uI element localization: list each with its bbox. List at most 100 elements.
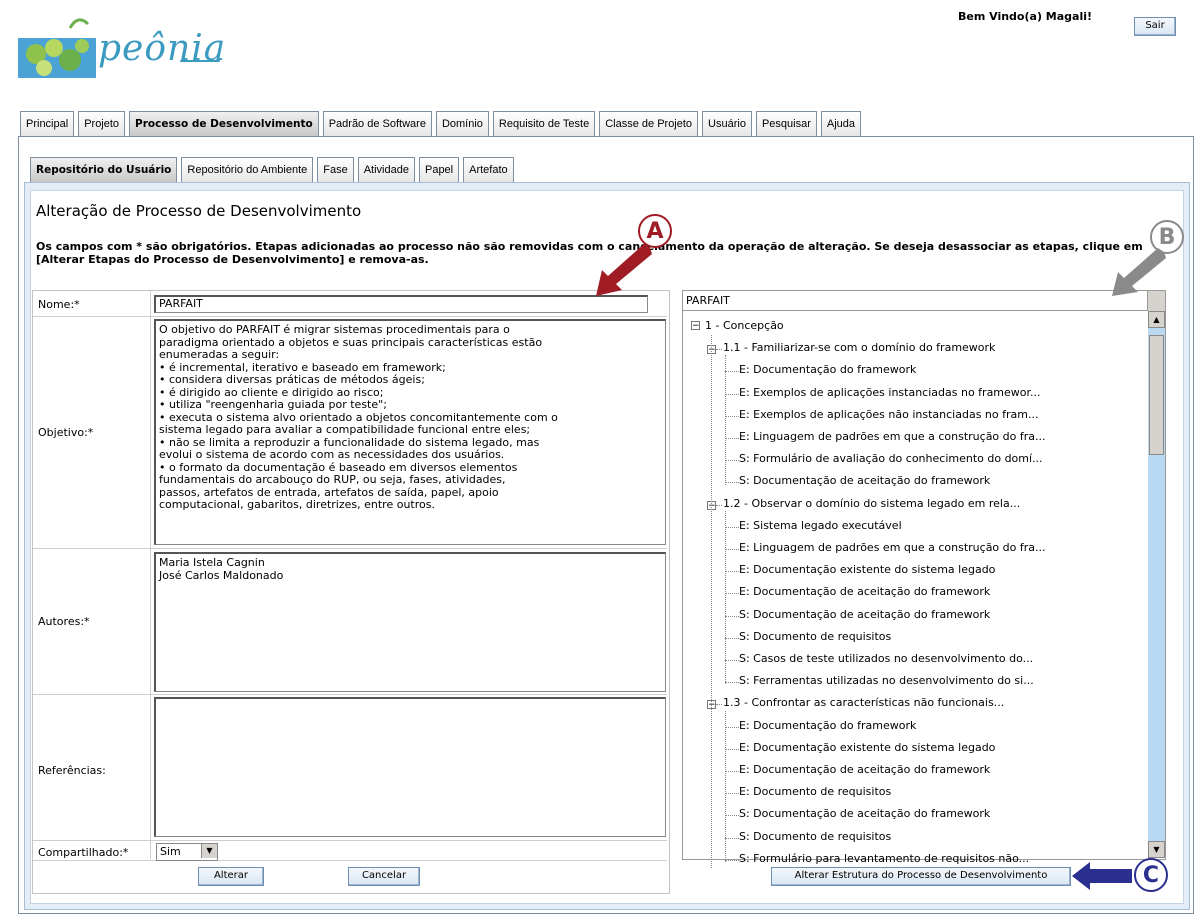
tree-item[interactable]: S: Casos de teste utilizados no desenvol… [739, 652, 1033, 665]
tree-item[interactable]: S: Documentação de aceitação do framewor… [739, 807, 990, 820]
autores-textarea[interactable]: Maria Istela Cagnin José Carlos Maldonad… [154, 552, 666, 692]
tree-item[interactable]: E: Documentação do framework [739, 719, 916, 732]
tree-group[interactable]: 1.2 - Observar o domínio do sistema lega… [723, 497, 1020, 510]
tree-item[interactable]: E: Exemplos de aplicações instanciadas n… [739, 386, 1041, 399]
tree-item[interactable]: E: Documentação existente do sistema leg… [739, 741, 995, 754]
tree-connector [725, 682, 739, 684]
main-tab-2[interactable]: Processo de Desenvolvimento [129, 111, 319, 136]
tree-connector [725, 438, 739, 439]
callout-c: C [1134, 858, 1168, 892]
callout-c-arrow-icon [1072, 862, 1132, 890]
tree-connector [725, 793, 739, 795]
main-tabs: Principal Projeto Processo de Desenvolvime… [20, 111, 865, 136]
main-tab-7[interactable]: Usuário [702, 111, 752, 136]
tree-item[interactable]: S: Documento de requisitos [739, 630, 891, 643]
chevron-down-icon[interactable]: ▼ [201, 844, 217, 858]
sub-tab-2[interactable]: Fase [317, 157, 354, 182]
sub-tab-3[interactable]: Atividade [357, 157, 415, 182]
compartilhado-value: Sim [160, 845, 181, 858]
tree-item[interactable]: E: Documentação do framework [739, 363, 916, 376]
tree-group[interactable]: 1.3 - Confrontar as características não … [723, 696, 1004, 709]
tree-connector [725, 615, 739, 617]
tree-item[interactable]: E: Linguagem de padrões em que a constru… [739, 430, 1046, 443]
scroll-thumb[interactable] [1149, 335, 1164, 455]
compartilhado-select[interactable]: Sim ▼ [156, 843, 218, 861]
scroll-down-icon[interactable]: ▼ [1148, 841, 1165, 858]
tree-connector [711, 335, 712, 868]
alterar-button[interactable]: Alterar [198, 867, 264, 886]
tree-connector [725, 355, 726, 485]
referencias-textarea[interactable] [154, 697, 666, 837]
objetivo-label: Objetivo:* [38, 426, 94, 439]
tree-header: PARFAIT [683, 291, 1147, 311]
cancelar-button[interactable]: Cancelar [348, 867, 420, 886]
tree-root[interactable]: 1 - Concepção [705, 319, 784, 332]
logo-underline [180, 60, 220, 62]
tree-connector [725, 660, 739, 661]
tree-item[interactable]: E: Documentação de aceitação do framewor… [739, 585, 990, 598]
tree-connector [716, 704, 722, 706]
tree-connector [725, 371, 739, 373]
tree-connector [725, 771, 739, 772]
tree-connector [725, 571, 739, 573]
tree-connector [725, 510, 726, 685]
tree-connector [725, 482, 739, 484]
main-tab-9[interactable]: Ajuda [820, 111, 862, 136]
tree-item[interactable]: S: Ferramentas utilizadas no desenvolvim… [739, 674, 1034, 687]
tree-connector [725, 710, 726, 862]
tree-item[interactable]: E: Documentação existente do sistema leg… [739, 563, 995, 576]
tree-item[interactable]: E: Documento de requisitos [739, 785, 891, 798]
tree-item[interactable]: S: Formulário de avaliação do conhecimen… [739, 452, 1043, 465]
logo-text: peônia [98, 28, 227, 69]
main-tab-5[interactable]: Requisito de Teste [492, 111, 596, 136]
welcome-text: Bem Vindo(a) Magali! [958, 10, 1093, 23]
main-tab-0[interactable]: Principal [20, 111, 75, 136]
nome-label: Nome:* [38, 298, 80, 311]
tree-connector [725, 526, 739, 528]
tree-connector [716, 349, 722, 351]
tree-connector [716, 504, 722, 506]
main-tab-6[interactable]: Classe de Projeto [599, 111, 699, 136]
sub-tabs: Repositório do Usuário Repositório do Amb… [30, 157, 518, 182]
referencias-label: Referências: [38, 764, 106, 777]
objetivo-textarea[interactable]: O objetivo do PARFAIT é migrar sistemas … [154, 319, 666, 545]
callout-b-arrow-icon [1112, 248, 1166, 296]
tree-connector [725, 549, 739, 550]
page-title: Alteração de Processo de Desenvolvimento [36, 202, 362, 220]
nome-input[interactable]: PARFAIT [154, 295, 648, 313]
tree-connector [725, 726, 739, 728]
tree-scrollbar[interactable]: ▲ ▼ [1148, 311, 1165, 858]
logout-button[interactable]: Sair [1134, 17, 1176, 36]
main-tab-3[interactable]: Padrão de Software [322, 111, 432, 136]
main-tab-4[interactable]: Domínio [435, 111, 489, 136]
tree-item[interactable]: S: Documentação de aceitação do framewor… [739, 474, 990, 487]
alter-structure-button[interactable]: Alterar Estrutura do Processo de Desenvo… [771, 867, 1071, 886]
flower-logo-icon [18, 18, 96, 78]
callout-a-arrow-icon [596, 244, 652, 296]
tree-connector [725, 748, 739, 750]
main-tab-1[interactable]: Projeto [78, 111, 126, 136]
collapse-icon[interactable]: − [691, 321, 700, 331]
tree-item[interactable]: S: Formulário para levantamento de requi… [739, 852, 1029, 865]
tree-item[interactable]: S: Documentação de aceitação do framewor… [739, 608, 990, 621]
tree-item[interactable]: E: Sistema legado executável [739, 519, 902, 532]
sub-tab-5[interactable]: Artefato [463, 157, 514, 182]
compartilhado-label: Compartilhado:* [38, 846, 129, 859]
tree-connector [725, 815, 739, 817]
main-tab-8[interactable]: Pesquisar [755, 111, 817, 136]
sub-tab-0[interactable]: Repositório do Usuário [30, 157, 178, 182]
autores-label: Autores:* [38, 615, 90, 628]
sub-tab-4[interactable]: Papel [418, 157, 460, 182]
scroll-up-icon[interactable]: ▲ [1148, 311, 1165, 328]
tree-item[interactable]: S: Documento de requisitos [739, 830, 891, 843]
tree-connector [725, 415, 739, 417]
tree-group[interactable]: 1.1 - Familiarizar-se com o domínio do f… [723, 341, 995, 354]
sub-tab-1[interactable]: Repositório do Ambiente [181, 157, 314, 182]
tree-item[interactable]: E: Documentação de aceitação do framewor… [739, 763, 990, 776]
tree-item[interactable]: E: Exemplos de aplicações não instanciad… [739, 408, 1038, 421]
tree-connector [725, 637, 739, 639]
tree-item[interactable]: E: Linguagem de padrões em que a constru… [739, 541, 1046, 554]
tree-connector [725, 393, 739, 395]
tree-connector [725, 837, 739, 839]
tree-connector [725, 460, 739, 462]
